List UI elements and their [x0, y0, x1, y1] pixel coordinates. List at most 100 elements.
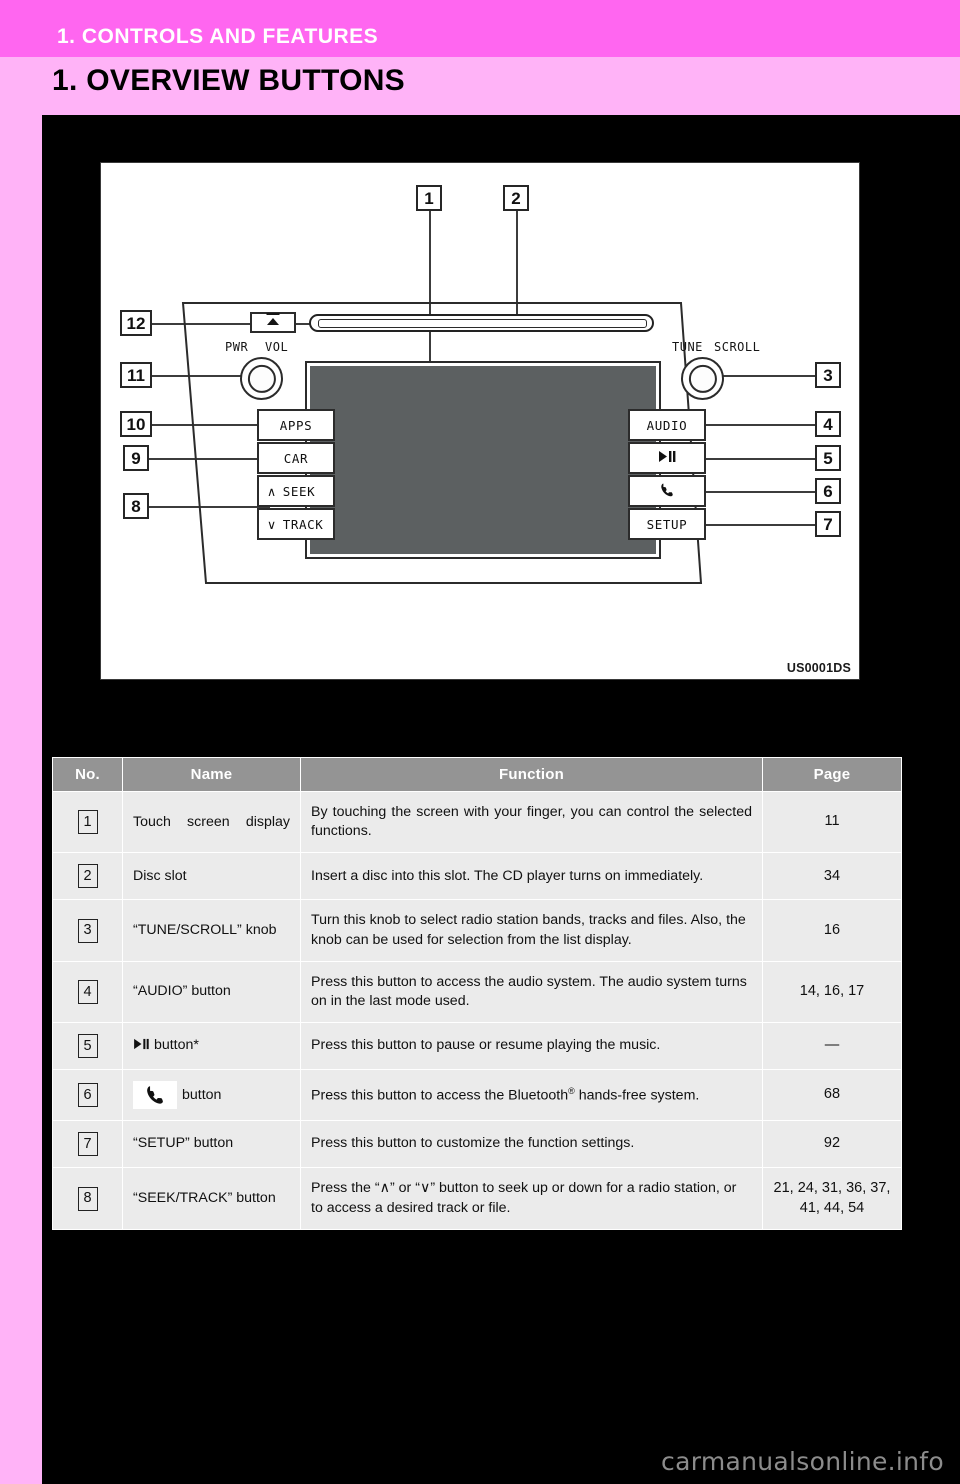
row-number-badge: 3 — [77, 918, 98, 943]
table-row: 8 “SEEK/TRACK” button Press the “∧” or “… — [52, 1167, 902, 1231]
table-header-row: No. Name Function Page — [52, 757, 902, 792]
eject-icon — [266, 312, 280, 325]
row-name-cell: button* — [122, 1022, 301, 1071]
vol-label: VOL — [265, 340, 289, 354]
callout-9: 9 — [123, 445, 149, 471]
row-number-cell: 6 — [52, 1069, 123, 1122]
row-number-badge: 1 — [77, 810, 98, 835]
tune-scroll-knob[interactable] — [681, 357, 724, 400]
apps-button[interactable]: APPS — [257, 409, 335, 441]
row-number-cell: 3 — [52, 899, 123, 962]
row-page-cell: 34 — [762, 852, 902, 901]
car-label: CAR — [283, 450, 309, 466]
phone-glyph — [661, 483, 673, 496]
row-number-cell: 5 — [52, 1022, 123, 1071]
track-down-arrow-icon: ∨ — [267, 516, 277, 532]
site-watermark: carmanualsonline.info — [661, 1447, 944, 1476]
scroll-label: SCROLL — [714, 340, 761, 354]
row-name-cell: “SEEK/TRACK” button — [122, 1167, 301, 1231]
seek-up-arrow-icon: ∧ — [267, 483, 277, 499]
seek-up-button[interactable]: ∧ SEEK — [257, 475, 335, 507]
table-row: 5 button* Press this button to pause or … — [52, 1022, 902, 1071]
page-title: 1. OVERVIEW BUTTONS — [52, 64, 405, 97]
row-number-cell: 8 — [52, 1167, 123, 1231]
pwr-label: PWR — [225, 340, 249, 354]
row-name-cell: “SETUP” button — [122, 1120, 301, 1169]
row-function-cell: Press this button to access the audio sy… — [300, 960, 763, 1024]
row-page-cell: 68 — [762, 1069, 902, 1122]
callout-11: 11 — [120, 362, 152, 388]
setup-button[interactable]: SETUP — [628, 508, 706, 540]
callout-2: 2 — [503, 185, 529, 211]
audio-label: AUDIO — [646, 417, 688, 433]
callout-7: 7 — [815, 511, 841, 537]
power-volume-knob[interactable] — [240, 357, 283, 400]
row-number-badge: 8 — [77, 1186, 98, 1211]
row-page-cell: 92 — [762, 1120, 902, 1169]
row-page-cell: 21, 24, 31, 36, 37, 41, 44, 54 — [762, 1167, 902, 1231]
row-function-cell: Insert a disc into this slot. The CD pla… — [300, 852, 763, 901]
row-name-text: button* — [153, 1037, 199, 1054]
function-text-pre: Press this button to access the Bluetoot… — [311, 1087, 569, 1104]
phone-icon — [133, 1081, 177, 1110]
row-function-cell: Press this button to access the Bluetoot… — [300, 1069, 763, 1122]
table-row: 6 button Press this button to access the… — [52, 1069, 902, 1122]
setup-label: SETUP — [646, 516, 688, 532]
row-page-cell: 16 — [762, 899, 902, 962]
registered-mark: ® — [568, 1085, 575, 1096]
callout-12: 12 — [120, 310, 152, 336]
play-pause-glyph — [659, 450, 676, 462]
tune-label: TUNE — [672, 340, 703, 354]
chapter-title: 1. CONTROLS AND FEATURES — [57, 25, 379, 48]
column-header-name: Name — [122, 757, 301, 792]
callout-10: 10 — [120, 411, 152, 437]
row-number-badge: 5 — [77, 1034, 98, 1059]
row-page-cell: — — [762, 1022, 902, 1071]
audio-button[interactable]: AUDIO — [628, 409, 706, 441]
row-number-cell: 2 — [52, 852, 123, 901]
disc-slot — [309, 314, 654, 332]
row-function-cell: Press this button to customize the funct… — [300, 1120, 763, 1169]
play-pause-icon — [134, 1039, 149, 1050]
phone-button[interactable] — [628, 475, 706, 507]
car-button[interactable]: CAR — [257, 442, 335, 474]
callout-3: 3 — [815, 362, 841, 388]
row-name-cell: Disc slot — [122, 852, 301, 901]
callout-1: 1 — [416, 185, 442, 211]
row-page-cell: 14, 16, 17 — [762, 960, 902, 1024]
row-number-cell: 7 — [52, 1120, 123, 1169]
overview-buttons-table: No. Name Function Page 1 Touch screen di… — [52, 757, 902, 1231]
column-header-function: Function — [300, 757, 763, 792]
phone-icon — [659, 482, 675, 501]
callout-4: 4 — [815, 411, 841, 437]
figure-diagram: PWR VOL TUNE SCROLL APPS CAR ∧ SEEK ∨ TR… — [100, 162, 860, 680]
function-text-post: hands-free system. — [574, 1087, 700, 1104]
table-row: 7 “SETUP” button Press this button to cu… — [52, 1120, 902, 1169]
row-name-text: button — [182, 1086, 222, 1103]
row-number-cell: 1 — [52, 790, 123, 854]
callout-6: 6 — [815, 478, 841, 504]
column-header-page: Page — [762, 757, 902, 792]
play-pause-button[interactable] — [628, 442, 706, 474]
track-down-button[interactable]: ∨ TRACK — [257, 508, 335, 540]
row-function-cell: Press this button to pause or resume pla… — [300, 1022, 763, 1071]
table-row: 1 Touch screen display By touching the s… — [52, 790, 902, 854]
function-text-pre: Press the “ — [311, 1180, 380, 1197]
eject-button[interactable] — [250, 312, 296, 333]
row-number-badge: 6 — [77, 1083, 98, 1108]
row-name-cell: “TUNE/SCROLL” knob — [122, 899, 301, 962]
function-text-mid: ” or “ — [390, 1180, 420, 1197]
apps-label: APPS — [279, 417, 313, 433]
callout-5: 5 — [815, 445, 841, 471]
row-function-cell: By touching the screen with your finger,… — [300, 790, 763, 854]
row-number-badge: 2 — [77, 864, 98, 889]
seek-label: SEEK — [282, 483, 316, 499]
table-row: 2 Disc slot Insert a disc into this slot… — [52, 852, 902, 901]
row-page-cell: 11 — [762, 790, 902, 854]
seek-down-arrow-icon: ∨ — [419, 1180, 431, 1197]
track-label: TRACK — [282, 516, 324, 532]
seek-up-arrow-icon: ∧ — [379, 1180, 390, 1197]
touch-screen-display[interactable] — [305, 361, 661, 559]
row-function-cell: Turn this knob to select radio station b… — [300, 899, 763, 962]
column-header-no: No. — [52, 757, 123, 792]
